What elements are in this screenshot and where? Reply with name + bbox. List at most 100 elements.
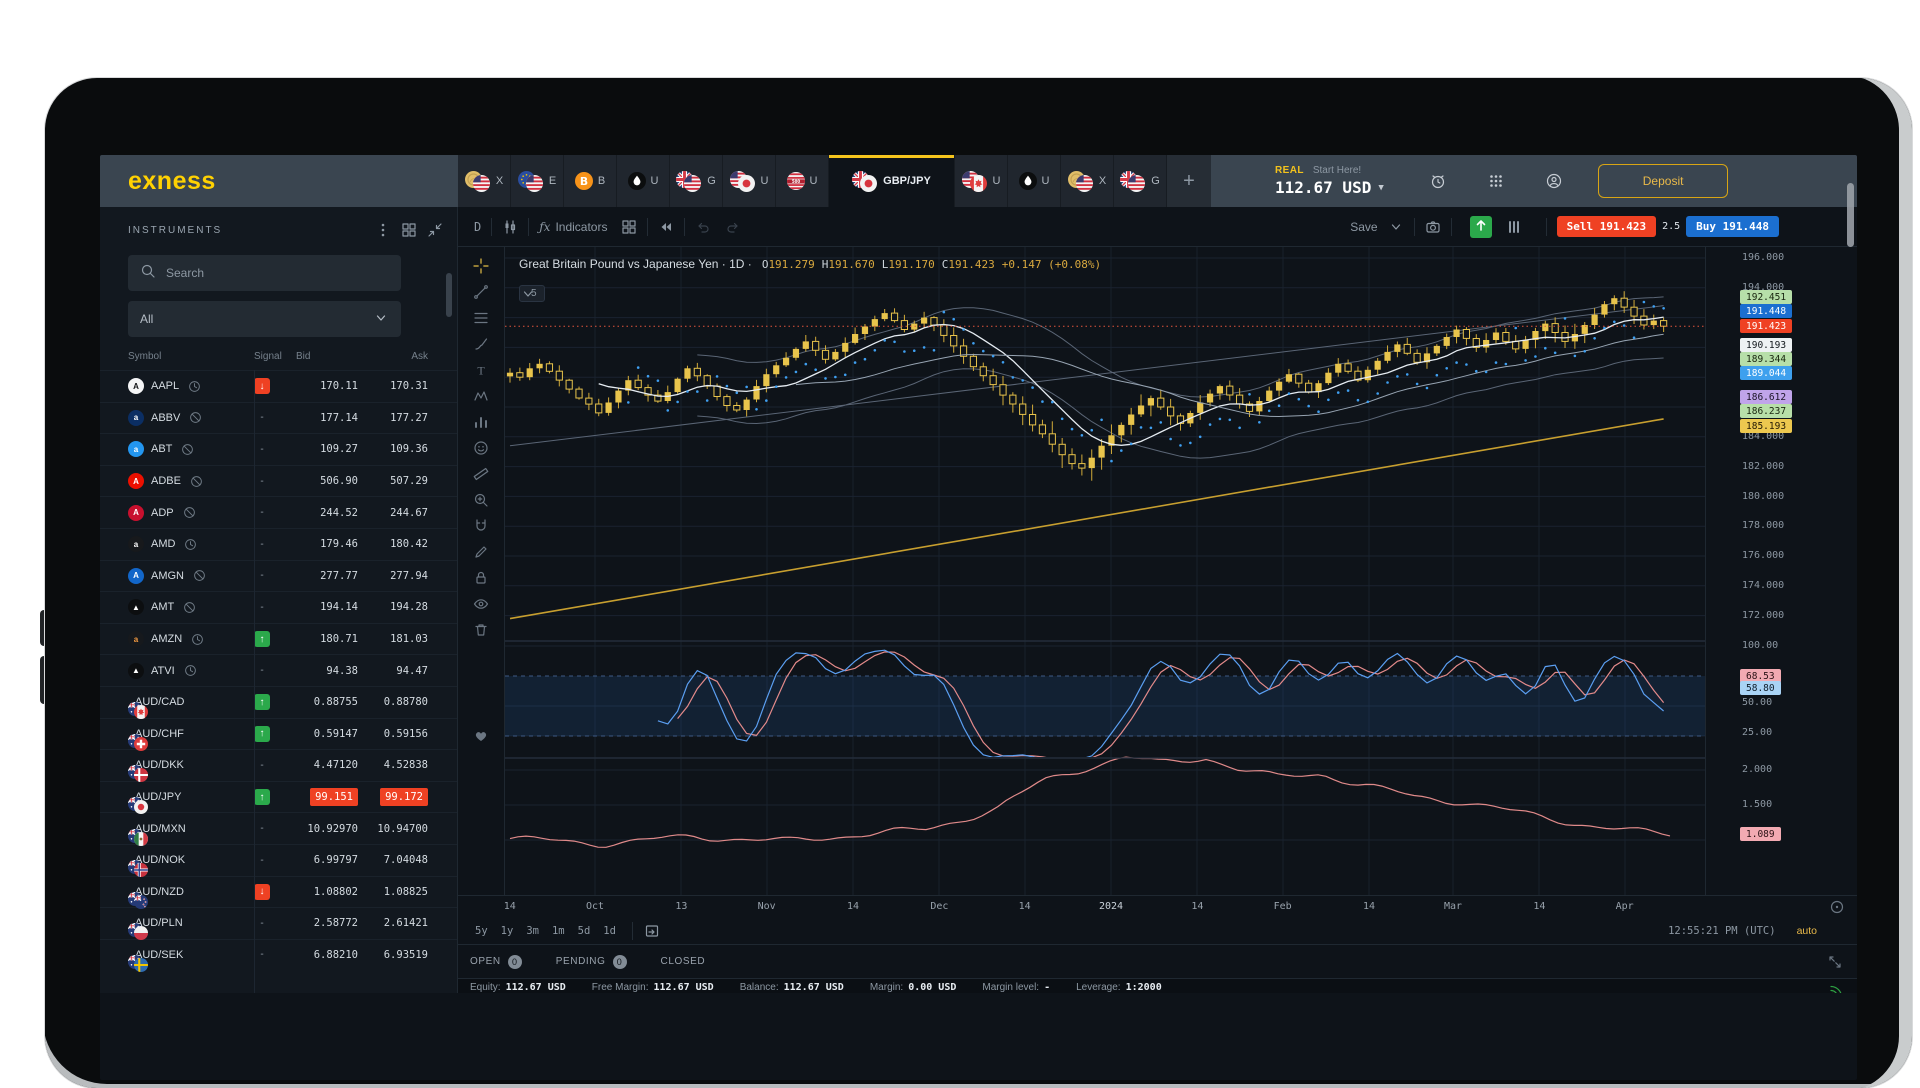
- indicators-button[interactable]: ƒx Indicators: [539, 220, 607, 234]
- timeframe-5d[interactable]: 5d: [573, 923, 596, 939]
- category-filter[interactable]: All: [128, 301, 401, 337]
- ask-value[interactable]: 170.31: [358, 380, 428, 392]
- instrument-tab-oil[interactable]: U: [617, 155, 670, 207]
- watchlist-row-AMD[interactable]: aAMD-179.46180.42: [100, 528, 457, 560]
- ask-value[interactable]: 1.08825: [358, 886, 428, 898]
- trash-icon[interactable]: [470, 619, 492, 641]
- positions-tab-closed[interactable]: CLOSED: [661, 956, 706, 967]
- instrument-tab-btc[interactable]: BB: [564, 155, 617, 207]
- add-tab-button[interactable]: +: [1167, 155, 1211, 207]
- time-axis[interactable]: 14Oct13Nov14Dec14202414Feb14Mar14Apr: [458, 895, 1857, 917]
- watchlist-row-AUD-DKK[interactable]: AUD/DKK-4.471204.52838: [100, 749, 457, 781]
- bid-value[interactable]: 1.08802: [296, 886, 358, 898]
- watchlist-row-ABT[interactable]: aABT-109.27109.36: [100, 433, 457, 465]
- timeframe-1y[interactable]: 1y: [496, 923, 519, 939]
- instrument-tab-gbp-usd[interactable]: G: [1114, 155, 1167, 207]
- ask-value[interactable]: 7.04048: [358, 854, 428, 866]
- positions-tab-open[interactable]: OPEN0: [470, 955, 522, 969]
- ask-value[interactable]: 6.93519: [358, 949, 428, 961]
- positions-tab-pending[interactable]: PENDING0: [556, 955, 627, 969]
- alarm-icon[interactable]: [1430, 173, 1446, 189]
- pencil-icon[interactable]: [470, 541, 492, 563]
- watchlist-row-ABBV[interactable]: aABBV-177.14177.27: [100, 402, 457, 434]
- forecast-icon[interactable]: [470, 411, 492, 433]
- save-button[interactable]: Save: [1350, 220, 1377, 234]
- timeframe-1m[interactable]: 1m: [547, 923, 570, 939]
- columns-icon[interactable]: [1506, 219, 1522, 235]
- ask-value[interactable]: 109.36: [358, 443, 428, 455]
- crosshair-icon[interactable]: [470, 255, 492, 277]
- bid-value[interactable]: 170.11: [296, 380, 358, 392]
- eye-icon[interactable]: [470, 593, 492, 615]
- bid-value[interactable]: 6.99797: [296, 854, 358, 866]
- instrument-tab-gbp-jpy-active[interactable]: GBP/JPY: [829, 155, 955, 207]
- bid-value[interactable]: 94.38: [296, 665, 358, 677]
- bid-value[interactable]: 10.92970: [296, 823, 358, 835]
- scale-reset-icon[interactable]: [1829, 899, 1845, 915]
- auto-scale-button[interactable]: auto: [1797, 925, 1817, 937]
- bid-value[interactable]: 6.88210: [296, 949, 358, 961]
- watchlist-row-ADBE[interactable]: AADBE-506.90507.29: [100, 465, 457, 497]
- instrument-tab-eur-usd[interactable]: E: [511, 155, 564, 207]
- timeframe-5y[interactable]: 5y: [470, 923, 493, 939]
- bid-value[interactable]: 99.151: [296, 791, 358, 803]
- instrument-tab-usd-jpy[interactable]: U: [723, 155, 776, 207]
- panel-layout-icon[interactable]: [401, 222, 417, 238]
- magnet-icon[interactable]: [470, 515, 492, 537]
- timeframe-1d[interactable]: 1d: [598, 923, 621, 939]
- bid-value[interactable]: 109.27: [296, 443, 358, 455]
- xabcd-pattern-icon[interactable]: [470, 385, 492, 407]
- instrument-tab-usd-cad[interactable]: U: [955, 155, 1008, 207]
- expand-panel-icon[interactable]: [1827, 954, 1843, 970]
- ask-value[interactable]: 244.67: [358, 507, 428, 519]
- bid-value[interactable]: 177.14: [296, 412, 358, 424]
- profile-icon[interactable]: [1546, 173, 1562, 189]
- watchlist-row-AUD-NZD[interactable]: AUD/NZD↓1.088021.08825: [100, 876, 457, 908]
- chart-plot[interactable]: Great Britain Pound vs Japanese Yen · 1D…: [505, 247, 1705, 895]
- bid-value[interactable]: 194.14: [296, 601, 358, 613]
- trend-line-icon[interactable]: [470, 281, 492, 303]
- instrument-tab-gbp-usd[interactable]: G: [670, 155, 723, 207]
- watchlist-row-AUD-MXN[interactable]: AUD/MXN-10.9297010.94700: [100, 812, 457, 844]
- redo-icon[interactable]: [725, 219, 741, 235]
- brush-icon[interactable]: [470, 333, 492, 355]
- sell-button[interactable]: Sell 191.423: [1557, 216, 1656, 237]
- ruler-icon[interactable]: [470, 463, 492, 485]
- text-icon[interactable]: T: [470, 359, 492, 381]
- timeframe-3m[interactable]: 3m: [521, 923, 544, 939]
- instrument-tab-us500[interactable]: 500U: [776, 155, 829, 207]
- buy-button[interactable]: Buy 191.448: [1686, 216, 1779, 237]
- ask-value[interactable]: 194.28: [358, 601, 428, 613]
- ask-value[interactable]: 4.52838: [358, 759, 428, 771]
- bid-value[interactable]: 4.47120: [296, 759, 358, 771]
- ask-value[interactable]: 99.172: [358, 791, 428, 803]
- ask-value[interactable]: 94.47: [358, 665, 428, 677]
- bar-replay-icon[interactable]: [658, 219, 674, 235]
- watchlist-row-AUD-CAD[interactable]: AUD/CAD↑0.887550.88780: [100, 686, 457, 718]
- chevron-down-icon[interactable]: [1388, 219, 1404, 235]
- account-switcher[interactable]: REAL Start Here! 112.67 USD ▼: [1275, 155, 1384, 207]
- go-to-date-icon[interactable]: [644, 923, 660, 939]
- favorites-heart-icon[interactable]: [470, 725, 492, 747]
- watchlist-row-AAPL[interactable]: AAAPL↓170.11170.31: [100, 370, 457, 402]
- chart-type-icon[interactable]: [502, 219, 518, 235]
- apps-grid-icon[interactable]: [1488, 173, 1504, 189]
- undo-icon[interactable]: [695, 219, 711, 235]
- bid-value[interactable]: 2.58772: [296, 917, 358, 929]
- watchlist-row-AUD-JPY[interactable]: AUD/JPY↑99.15199.172: [100, 781, 457, 813]
- legend-collapse-chip[interactable]: 5: [519, 285, 545, 302]
- fib-retracement-icon[interactable]: [470, 307, 492, 329]
- layout-grid-icon[interactable]: [621, 219, 637, 235]
- watchlist-row-AUD-CHF[interactable]: AUD/CHF↑0.591470.59156: [100, 718, 457, 750]
- instrument-tab-oil[interactable]: U: [1008, 155, 1061, 207]
- bid-value[interactable]: 244.52: [296, 507, 358, 519]
- bid-value[interactable]: 179.46: [296, 538, 358, 550]
- ask-value[interactable]: 0.59156: [358, 728, 428, 740]
- ask-value[interactable]: 2.61421: [358, 917, 428, 929]
- exness-logo[interactable]: exness: [128, 167, 216, 196]
- ask-value[interactable]: 177.27: [358, 412, 428, 424]
- ask-value[interactable]: 180.42: [358, 538, 428, 550]
- new-order-button[interactable]: [1470, 216, 1492, 238]
- watchlist-row-ADP[interactable]: AADP-244.52244.67: [100, 496, 457, 528]
- ask-value[interactable]: 277.94: [358, 570, 428, 582]
